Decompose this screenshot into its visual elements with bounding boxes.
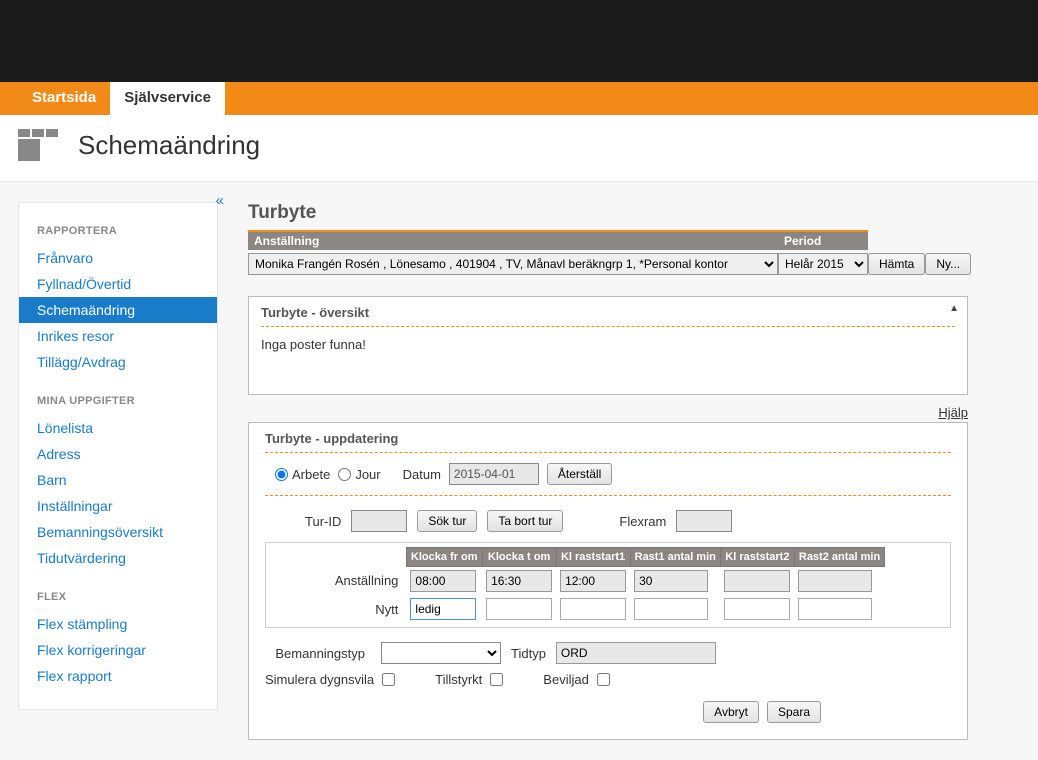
turid-field[interactable]: [351, 510, 407, 532]
spara-button[interactable]: Spara: [767, 701, 821, 723]
grid-h-rast2start: Kl raststart2: [720, 548, 794, 567]
sidebar-item-tidutvardering[interactable]: Tidutvärdering: [19, 545, 217, 571]
main-heading: Turbyte: [248, 202, 968, 224]
tidtyp-field[interactable]: [556, 642, 716, 664]
time-grid: Klocka fr om Klocka t om Kl raststart1 R…: [331, 547, 885, 623]
sidebar-item-adress[interactable]: Adress: [19, 441, 217, 467]
sidebar-item-barn[interactable]: Barn: [19, 467, 217, 493]
grid-h-klockafrom: Klocka fr om: [406, 548, 482, 567]
nav-tab-sjalvservice[interactable]: Självservice: [110, 82, 225, 115]
sidebar: RAPPORTERA Frånvaro Fyllnad/Övertid Sche…: [18, 202, 218, 710]
period-select[interactable]: Helår 2015: [778, 253, 868, 275]
sidebar-item-lonelista[interactable]: Lönelista: [19, 415, 217, 441]
datum-field[interactable]: [449, 463, 539, 485]
grid-h-rast1min: Rast1 antal min: [630, 548, 720, 567]
grid-h-rast1start: Kl raststart1: [556, 548, 630, 567]
radio-jour-label: Jour: [355, 467, 380, 482]
overview-collapse-icon[interactable]: ▲: [949, 303, 959, 314]
btyp-label: Bemanningstyp: [265, 646, 365, 661]
radio-arbete-input[interactable]: [275, 468, 288, 481]
update-panel: Turbyte - uppdatering Arbete Jour Datum …: [248, 422, 968, 740]
hamta-button[interactable]: Hämta: [868, 253, 925, 275]
grid-h-rast2min: Rast2 antal min: [794, 548, 884, 567]
sidebar-heading-flex: FLEX: [19, 585, 217, 611]
radio-arbete-label: Arbete: [292, 467, 330, 482]
beviljad-label: Beviljad: [543, 672, 589, 687]
soktur-button[interactable]: Sök tur: [417, 510, 477, 532]
aterstall-button[interactable]: Återställ: [547, 463, 612, 485]
nytt-rast1start[interactable]: [560, 598, 626, 620]
nav-bar: Startsida Självservice: [0, 82, 1038, 115]
grid-row-nytt-label: Nytt: [331, 595, 407, 623]
grid-row-anst-label: Anställning: [331, 567, 407, 596]
page-title: Schemaändring: [78, 130, 260, 161]
overview-title: Turbyte - översikt: [261, 305, 955, 320]
turid-label: Tur-ID: [305, 514, 341, 529]
tillstyrkt-label: Tillstyrkt: [435, 672, 482, 687]
sidebar-heading-mina: MINA UPPGIFTER: [19, 389, 217, 415]
sidebar-item-tillagg[interactable]: Tillägg/Avdrag: [19, 349, 217, 375]
radio-jour[interactable]: Jour: [338, 467, 380, 482]
anst-rast1start: [560, 570, 626, 592]
sidebar-item-flex-stampling[interactable]: Flex stämpling: [19, 611, 217, 637]
title-row: Schemaändring: [0, 115, 1038, 182]
nytt-rast2min[interactable]: [798, 598, 872, 620]
sidebar-item-flex-korr[interactable]: Flex korrigeringar: [19, 637, 217, 663]
flexram-label: Flexram: [619, 514, 666, 529]
filter-table: Anställning Period Monika Frangén Rosén …: [248, 230, 971, 278]
sidebar-item-flex-rapport[interactable]: Flex rapport: [19, 663, 217, 689]
sidebar-item-inrikes[interactable]: Inrikes resor: [19, 323, 217, 349]
sidebar-item-schemaandring[interactable]: Schemaändring: [19, 297, 217, 323]
anst-rast1min: [634, 570, 708, 592]
sidebar-item-franvaro[interactable]: Frånvaro: [19, 245, 217, 271]
sidebar-collapse-icon[interactable]: «: [216, 192, 224, 209]
tillstyrkt-checkbox[interactable]: [490, 673, 503, 686]
main-area: Turbyte Anställning Period Monika Frangé…: [248, 202, 968, 740]
simulera-label: Simulera dygnsvila: [265, 672, 374, 687]
anst-klockafrom: [410, 570, 476, 592]
avbryt-button[interactable]: Avbryt: [703, 701, 759, 723]
tidtyp-label: Tidtyp: [511, 646, 546, 661]
overview-empty-text: Inga poster funna!: [261, 337, 955, 352]
beviljad-checkbox[interactable]: [597, 673, 610, 686]
filter-col-anst: Anställning: [248, 231, 778, 250]
nytt-klockafrom[interactable]: [410, 598, 476, 620]
update-title: Turbyte - uppdatering: [265, 431, 951, 446]
filter-col-period: Period: [778, 231, 868, 250]
sidebar-item-fyllnad[interactable]: Fyllnad/Övertid: [19, 271, 217, 297]
sidebar-item-bemanning[interactable]: Bemanningsöversikt: [19, 519, 217, 545]
radio-arbete[interactable]: Arbete: [275, 467, 330, 482]
btyp-select[interactable]: [381, 642, 501, 664]
anst-klockatom: [486, 570, 552, 592]
nytt-klockatom[interactable]: [486, 598, 552, 620]
radio-jour-input[interactable]: [338, 468, 351, 481]
sidebar-item-installningar[interactable]: Inställningar: [19, 493, 217, 519]
nytt-rast2start[interactable]: [724, 598, 790, 620]
top-banner: [0, 0, 1038, 82]
help-link[interactable]: Hjälp: [248, 405, 968, 420]
module-icon: [18, 129, 58, 161]
sidebar-heading-rapportera: RAPPORTERA: [19, 219, 217, 245]
anstallning-select[interactable]: Monika Frangén Rosén , Lönesamo , 401904…: [248, 253, 778, 275]
overview-panel: ▲ Turbyte - översikt Inga poster funna!: [248, 296, 968, 395]
nytt-rast1min[interactable]: [634, 598, 708, 620]
nav-tab-startsida[interactable]: Startsida: [18, 82, 110, 115]
ny-button[interactable]: Ny...: [925, 253, 971, 275]
flexram-field[interactable]: [676, 510, 732, 532]
anst-rast2min: [798, 570, 872, 592]
datum-label: Datum: [403, 467, 441, 482]
anst-rast2start: [724, 570, 790, 592]
grid-h-klockatom: Klocka t om: [482, 548, 556, 567]
simulera-checkbox[interactable]: [382, 673, 395, 686]
tabort-button[interactable]: Ta bort tur: [487, 510, 563, 532]
